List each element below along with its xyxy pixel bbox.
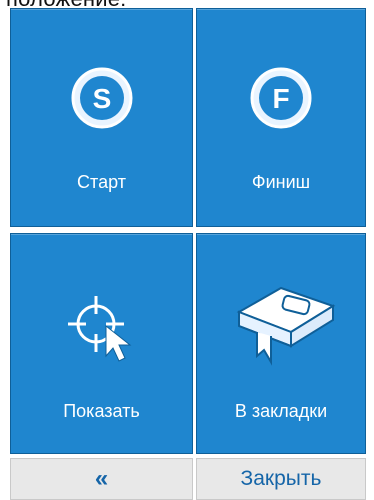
bottom-bar: « Закрыть [10,458,366,500]
back-button[interactable]: « [10,458,193,500]
bookmark-label: В закладки [234,401,328,421]
close-button[interactable]: Закрыть [196,458,366,500]
show-label: Показать [63,401,140,421]
finish-label: Финиш [251,172,311,192]
show-tile[interactable]: Показать [10,233,193,454]
svg-text:F: F [272,83,289,114]
crosshair-pointer-icon [62,286,142,371]
svg-text:S: S [92,83,111,114]
start-label: Старт [77,172,126,192]
finish-f-icon: F [250,67,312,134]
finish-tile[interactable]: F Финиш [196,8,366,227]
action-grid: S Старт F Финиш Показать В закладки [0,8,374,454]
start-tile[interactable]: S Старт [10,8,193,227]
start-s-icon: S [71,67,133,134]
screen: положение: S Старт F Финиш [0,0,374,500]
bookmark-book-icon [221,272,341,373]
bookmark-tile[interactable]: В закладки [196,233,366,454]
